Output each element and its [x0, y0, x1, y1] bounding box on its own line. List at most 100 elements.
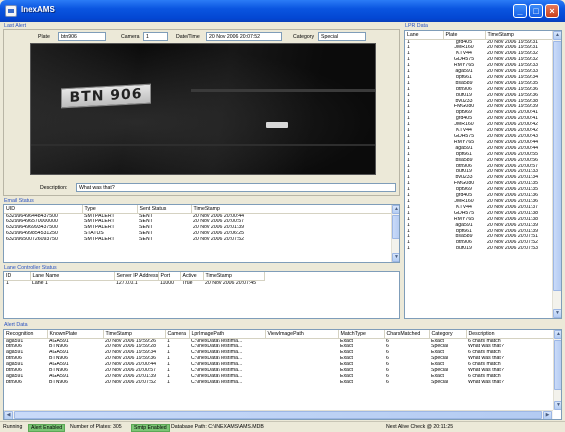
table-cell: SMTPALERT: [84, 237, 115, 243]
table-cell: Lane 1: [32, 280, 48, 286]
table-cell: 20 Nov 2006 20:07:52: [193, 237, 245, 243]
lpr-data-group-label: LPR Data: [405, 23, 428, 29]
description-field[interactable]: What was that?: [76, 183, 396, 192]
scroll-down-icon[interactable]: ▼: [554, 401, 561, 410]
table-cell: 20 Nov 2006 20:07:45: [205, 280, 257, 286]
table-row[interactable]: btn906 BTN906 20 Nov 2006 20:07:52 1 C:\Inex…: [4, 380, 554, 386]
table-cell: 632996500726093750: [6, 237, 58, 243]
scroll-up-icon[interactable]: ▲: [392, 205, 399, 214]
table-cell: 20 Nov 2006 20:07:52: [105, 379, 157, 385]
column-header[interactable]: KnownPlate: [47, 330, 104, 339]
column-header[interactable]: Lane: [405, 31, 444, 40]
scroll-thumb[interactable]: [554, 340, 561, 390]
scroll-thumb[interactable]: [553, 41, 561, 291]
column-header[interactable]: Server IP Address: [114, 272, 159, 281]
datetime-field[interactable]: 20 Nov 2006 20:07:52: [206, 32, 282, 41]
column-header[interactable]: Recognition: [4, 330, 48, 339]
lane-controller-table[interactable]: ID Lane Name Server IP Address Port Active Ti…: [3, 271, 400, 319]
alert-scrollbar[interactable]: ▲ ▼: [553, 330, 561, 410]
window-title: InexAMS: [21, 5, 55, 14]
email-scrollbar[interactable]: ▲ ▼: [391, 205, 399, 262]
alert-data-table[interactable]: Recognition KnownPlate TimeStamp Camera LprI…: [3, 329, 562, 420]
table-cell: 127.0.0.1: [116, 280, 138, 286]
column-header[interactable]: Active: [180, 272, 204, 281]
status-alert-enabled: Alert Enabled: [28, 424, 66, 432]
column-header[interactable]: Port: [158, 272, 181, 281]
minimize-icon: _: [517, 6, 523, 16]
table-cell: 6: [386, 379, 389, 385]
description-label: Description:: [40, 185, 68, 191]
close-icon: ×: [549, 6, 555, 16]
column-header[interactable]: ID: [4, 272, 31, 281]
table-cell: True: [182, 280, 193, 286]
column-header[interactable]: Camera: [165, 330, 190, 339]
column-header[interactable]: TimeStamp: [485, 31, 554, 40]
table-cell: 1: [167, 379, 170, 385]
column-header[interactable]: CharsMatched: [384, 330, 430, 339]
column-header[interactable]: Description: [466, 330, 555, 339]
alert-camera-image: BTN 906: [30, 43, 376, 175]
column-header[interactable]: ViewImagePath: [265, 330, 339, 339]
table-cell: 1: [6, 280, 9, 286]
table-cell: BTN906: [49, 379, 69, 385]
scroll-up-icon[interactable]: ▲: [553, 31, 561, 40]
table-cell: C:\InexData\TestIma...: [191, 379, 243, 385]
close-button[interactable]: ×: [545, 4, 559, 18]
table-row[interactable]: 1 buf019 20 Nov 2006 20:07:53: [405, 246, 553, 252]
column-header[interactable]: MatchType: [338, 330, 385, 339]
column-header[interactable]: Lane Name: [30, 272, 115, 281]
status-running: Running: [3, 424, 23, 430]
table-cell: Exact: [340, 379, 353, 385]
lpr-scrollbar[interactable]: ▲ ▼: [552, 31, 561, 318]
scroll-down-icon[interactable]: ▼: [553, 309, 561, 318]
table-cell: 20 Nov 2006 20:07:53: [487, 246, 539, 252]
status-smtp-enabled: Smtp Enabled: [131, 424, 170, 432]
table-cell: SENT: [139, 237, 153, 243]
table-cell: What was that?: [468, 379, 504, 385]
table-cell: buf019: [456, 246, 472, 252]
alert-hscrollbar[interactable]: ◀ ▶: [4, 410, 553, 419]
camera-field[interactable]: 1: [143, 32, 168, 41]
column-header[interactable]: Type: [82, 205, 138, 214]
scroll-down-icon[interactable]: ▼: [392, 253, 399, 262]
category-field[interactable]: Special: [318, 32, 366, 41]
column-header[interactable]: TimeStamp: [191, 205, 393, 214]
alert-data-group-label: Alert Data: [4, 322, 28, 328]
table-cell: [265, 380, 338, 386]
category-label: Category: [293, 34, 315, 40]
table-cell: 11000: [160, 280, 175, 286]
car-light: [266, 122, 288, 128]
maximize-button[interactable]: □: [529, 4, 543, 18]
status-number-of-plates: Number of Plates: 305: [70, 424, 122, 430]
scroll-right-icon[interactable]: ▶: [543, 411, 552, 419]
camera-label: Camera: [121, 34, 140, 40]
column-header[interactable]: Category: [429, 330, 467, 339]
app-icon: [5, 5, 17, 17]
table-row[interactable]: 1 Lane 1 127.0.0.1 11000 True 20 Nov 2006 20:…: [4, 280, 264, 286]
column-header[interactable]: TimeStamp: [103, 330, 166, 339]
scroll-left-icon[interactable]: ◀: [4, 411, 13, 419]
lpr-data-table[interactable]: Lane Plate TimeStamp 1 grd405 20 Nov 2006 19…: [404, 30, 562, 319]
minimize-button[interactable]: _: [513, 4, 527, 18]
status-next-alive-check: Next Alive Check @ 20:11:25: [386, 424, 454, 430]
title-bar[interactable]: InexAMS _ □ ×: [0, 0, 565, 22]
column-header[interactable]: UID: [4, 205, 83, 214]
column-header[interactable]: TimeStamp: [203, 272, 265, 281]
column-header[interactable]: Sent Status: [137, 205, 192, 214]
column-header[interactable]: Plate: [443, 31, 486, 40]
hscroll-thumb[interactable]: [14, 411, 542, 419]
plate-label: Plate: [38, 34, 50, 40]
email-status-table[interactable]: UID Type Sent Status TimeStamp 632996496448…: [3, 204, 400, 263]
table-cell: 1: [407, 246, 410, 252]
status-database-path: Database Path: C:\INEXAMS\AMS.MDB: [171, 424, 264, 430]
table-cell: Special: [431, 379, 449, 385]
column-header[interactable]: LprImagePath: [189, 330, 266, 339]
datetime-label: Date/Time: [176, 34, 200, 40]
table-row[interactable]: 632996500726093750 SMTPALERT SENT 20 Nov 20…: [4, 237, 392, 243]
scroll-up-icon[interactable]: ▲: [554, 330, 561, 339]
scroll-thumb[interactable]: [392, 215, 399, 239]
maximize-icon: □: [533, 6, 539, 16]
status-bar: Running Alert Enabled Number of Plates: …: [0, 421, 565, 432]
table-cell: btn906: [6, 379, 22, 385]
plate-field[interactable]: btn906: [58, 32, 106, 41]
